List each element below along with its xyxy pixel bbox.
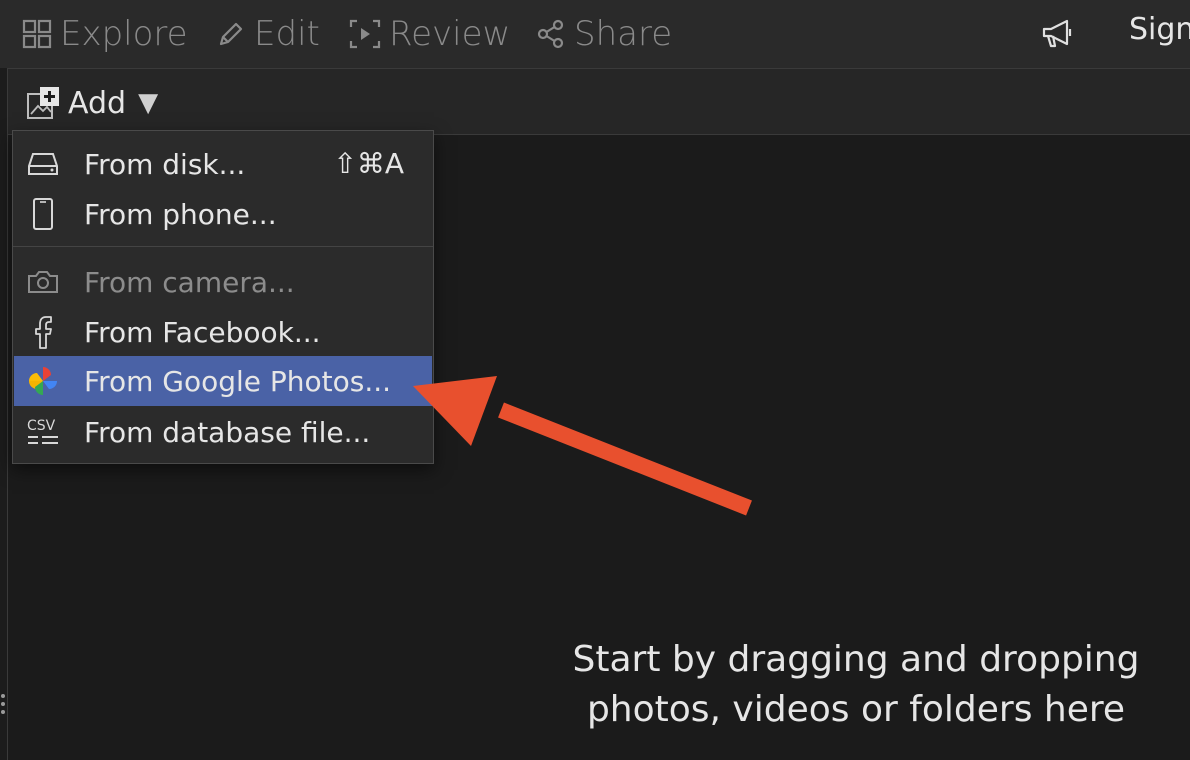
nav-share[interactable]: Share [536,10,672,58]
menu-separator [13,246,433,247]
menu-item-from-disk[interactable]: From disk... ⇧⌘A [14,139,432,189]
nav-share-label: Share [574,14,673,54]
drop-hint: Start by dragging and dropping photos, v… [521,635,1190,735]
menu-item-label: From database file... [84,415,371,449]
add-photos-icon [27,87,59,119]
menu-item-label: From Facebook... [84,315,321,349]
add-button[interactable]: Add ▼ [26,83,158,123]
menu-item-from-phone[interactable]: From phone... [14,189,432,239]
add-dropdown-menu: From disk... ⇧⌘A From phone... From came… [12,130,434,464]
megaphone-icon[interactable] [1040,18,1076,50]
disk-icon [26,147,60,181]
menu-item-from-facebook[interactable]: From Facebook... [14,307,432,357]
menu-item-label: From disk... [84,147,246,181]
nav-edit-label: Edit [254,14,320,54]
drop-hint-line-2: photos, videos or folders here [586,689,1126,730]
nav-review[interactable]: Review [349,10,510,58]
menu-item-label: From camera... [84,265,295,299]
nav-edit[interactable]: Edit [216,10,320,58]
top-nav: Explore Edit Review Share Sign [0,0,1190,68]
caret-down-icon: ▼ [138,88,159,118]
toolbar: Add ▼ [8,69,1190,135]
camera-icon [26,265,60,299]
menu-item-from-google-photos[interactable]: From Google Photos... [14,356,432,406]
pencil-icon [219,22,243,46]
menu-item-from-database-file[interactable]: CSV From database file... [14,407,432,457]
add-button-label: Add [68,85,127,121]
phone-icon [26,197,60,231]
keyboard-shortcut: ⇧⌘A [333,147,404,180]
menu-item-from-camera: From camera... [14,257,432,307]
menu-item-label: From Google Photos... [84,364,392,398]
csv-icon: CSV [26,415,60,449]
nav-review-label: Review [389,14,511,54]
nav-explore[interactable]: Explore [22,10,188,58]
resize-grip-icon[interactable] [0,694,6,720]
facebook-icon [26,315,60,349]
app-window: Explore Edit Review Share Sign Add ▼ Sta… [0,0,1190,760]
sign-in-link[interactable]: Sign [1129,12,1190,47]
nav-explore-label: Explore [60,14,188,54]
menu-item-label: From phone... [84,197,277,231]
google-photos-icon [26,364,60,398]
drop-hint-line-1: Start by dragging and dropping [572,639,1140,680]
review-play-icon [349,19,381,49]
grid-icon [22,19,52,49]
share-nodes-icon [537,19,564,49]
csv-icon-text: CSV [27,418,56,434]
annotation-arrow [413,376,752,516]
